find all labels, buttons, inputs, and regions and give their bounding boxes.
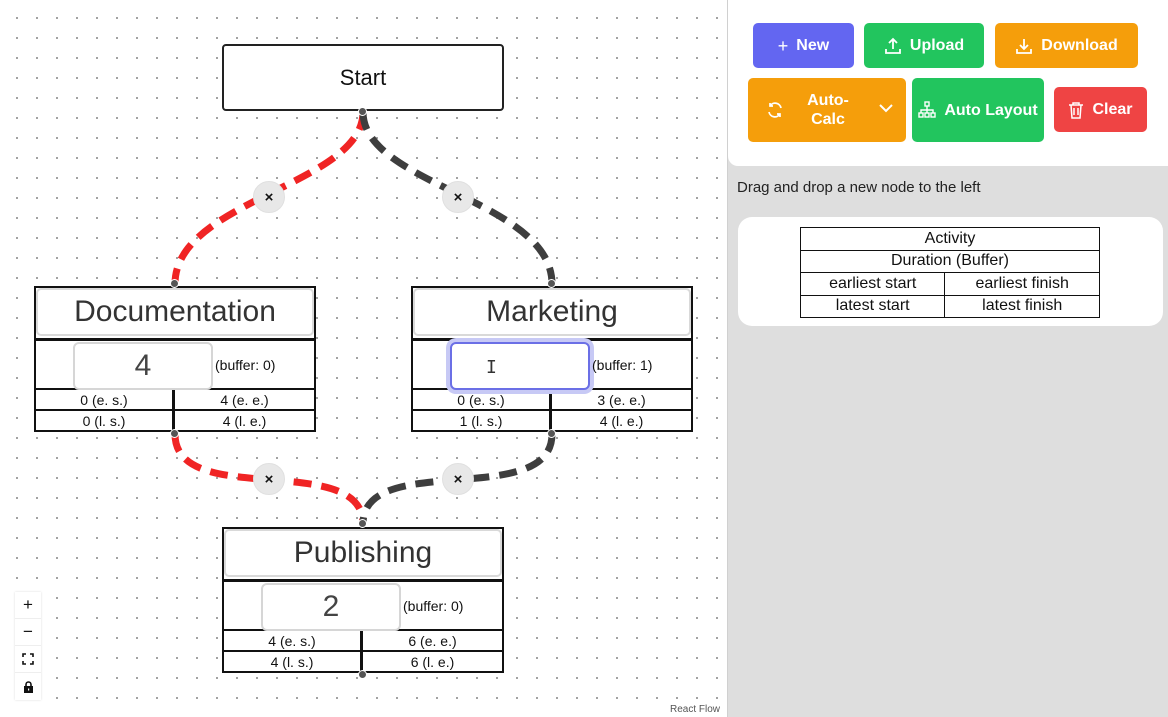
legend-earliest-start: earliest start [799,272,946,296]
schedule-grid: 0 (e. s.) 3 (e. e.) 1 (l. s.) 4 (l. e.) [411,390,693,432]
latest-finish-value: 4 (l. e.) [175,411,314,432]
sitemap-icon [918,101,937,118]
earliest-start-value: 0 (e. s.) [36,390,175,411]
react-flow-attribution[interactable]: React Flow [666,702,723,717]
earliest-finish-value: 6 (e. e.) [363,631,502,652]
download-icon [1016,38,1033,54]
latest-finish-value: 4 (l. e.) [552,411,691,432]
activity-node-documentation[interactable]: Documentation 4 (buffer: 0) 0 (e. s.) 4 … [34,286,316,432]
flow-canvas[interactable]: Start Documentation 4 (buffer: 0) 0 (e. … [0,0,727,717]
download-button-label: Download [1041,36,1118,54]
latest-start-value: 1 (l. s.) [413,411,552,432]
delete-edge-documentation-publishing-button[interactable]: × [253,463,285,495]
auto-layout-button-label: Auto Layout [944,101,1038,119]
auto-calc-button-label: Auto-Calc [807,92,849,128]
marketing-target-handle[interactable] [547,279,556,288]
duration-input[interactable]: 4 [73,342,213,390]
lock-icon [23,680,33,693]
download-button[interactable]: Download [995,23,1138,68]
earliest-finish-value: 3 (e. e.) [552,390,691,411]
delete-edge-start-marketing-button[interactable]: × [442,181,474,213]
buffer-label: (buffer: 0) [403,598,464,614]
zoom-in-button[interactable]: + [15,592,41,619]
activity-title-cell: Marketing [411,286,693,338]
refresh-icon [768,102,782,118]
start-node-label: Start [339,64,387,90]
buffer-label: (buffer: 0) [215,357,276,373]
legend-activity: Activity [800,227,1100,251]
publishing-source-handle[interactable] [358,670,367,679]
minus-icon: − [23,622,33,641]
schedule-grid: 4 (e. s.) 6 (e. e.) 4 (l. s.) 6 (l. e.) [222,631,504,673]
upload-button-label: Upload [909,36,965,54]
new-button[interactable]: + New [753,23,854,68]
legend-node-template[interactable]: Activity Duration (Buffer) earliest star… [738,217,1163,326]
legend-duration: Duration (Buffer) [800,249,1100,273]
latest-start-value: 0 (l. s.) [36,411,175,432]
activity-duration-cell: 2 (buffer: 0) [222,579,504,631]
activity-duration-cell: I (buffer: 1) [411,338,693,390]
upload-icon [884,37,901,54]
trash-icon [1069,101,1084,119]
new-button-label: New [796,36,830,54]
legend-table: Activity Duration (Buffer) earliest star… [799,227,1100,318]
start-node[interactable]: Start [222,44,504,111]
chevron-down-icon[interactable] [876,98,896,118]
text-cursor-icon: I [486,357,497,378]
plus-icon: + [777,35,789,56]
auto-calc-button[interactable]: Auto-Calc [748,78,906,142]
fit-view-icon [22,653,34,665]
legend-latest-start: latest start [799,294,946,318]
clear-button-label: Clear [1092,100,1133,118]
marketing-source-handle[interactable] [547,429,556,438]
earliest-start-value: 4 (e. s.) [224,631,363,652]
sidebar: + New Upload Download Auto-Calc Auto Lay… [727,0,1168,717]
flow-controls: + − [15,592,41,700]
auto-layout-button[interactable]: Auto Layout [912,78,1044,142]
earliest-start-value: 0 (e. s.) [413,390,552,411]
upload-button[interactable]: Upload [864,23,984,68]
legend-earliest-finish: earliest finish [944,272,1100,296]
documentation-target-handle[interactable] [170,279,179,288]
activity-title-input[interactable]: Documentation [36,288,314,336]
activity-node-marketing[interactable]: Marketing I (buffer: 1) 0 (e. s.) 3 (e. … [411,286,693,432]
activity-title-input[interactable]: Publishing [224,529,502,577]
latest-finish-value: 6 (l. e.) [363,652,502,673]
lock-toggle-button[interactable] [15,673,41,700]
schedule-grid: 0 (e. s.) 4 (e. e.) 0 (l. s.) 4 (l. e.) [34,390,316,432]
buffer-label: (buffer: 1) [592,357,653,373]
duration-input[interactable]: 2 [261,583,401,631]
latest-start-value: 4 (l. s.) [224,652,363,673]
drag-hint-text: Drag and drop a new node to the left [737,179,981,196]
activity-title-cell: Documentation [34,286,316,338]
toolbar: + New Upload Download Auto-Calc Auto Lay… [728,0,1168,166]
clear-button[interactable]: Clear [1054,87,1147,132]
earliest-finish-value: 4 (e. e.) [175,390,314,411]
activity-node-publishing[interactable]: Publishing 2 (buffer: 0) 4 (e. s.) 6 (e.… [222,527,504,673]
zoom-out-button[interactable]: − [15,619,41,646]
fit-view-button[interactable] [15,646,41,673]
legend-latest-finish: latest finish [944,294,1100,318]
publishing-target-handle[interactable] [358,519,367,528]
delete-edge-start-documentation-button[interactable]: × [253,181,285,213]
activity-duration-cell: 4 (buffer: 0) [34,338,316,390]
documentation-source-handle[interactable] [170,429,179,438]
activity-title-cell: Publishing [222,527,504,579]
duration-input[interactable] [450,342,590,390]
start-source-handle[interactable] [358,107,367,116]
delete-edge-marketing-publishing-button[interactable]: × [442,463,474,495]
plus-icon: + [23,595,33,614]
activity-title-input[interactable]: Marketing [413,288,691,336]
